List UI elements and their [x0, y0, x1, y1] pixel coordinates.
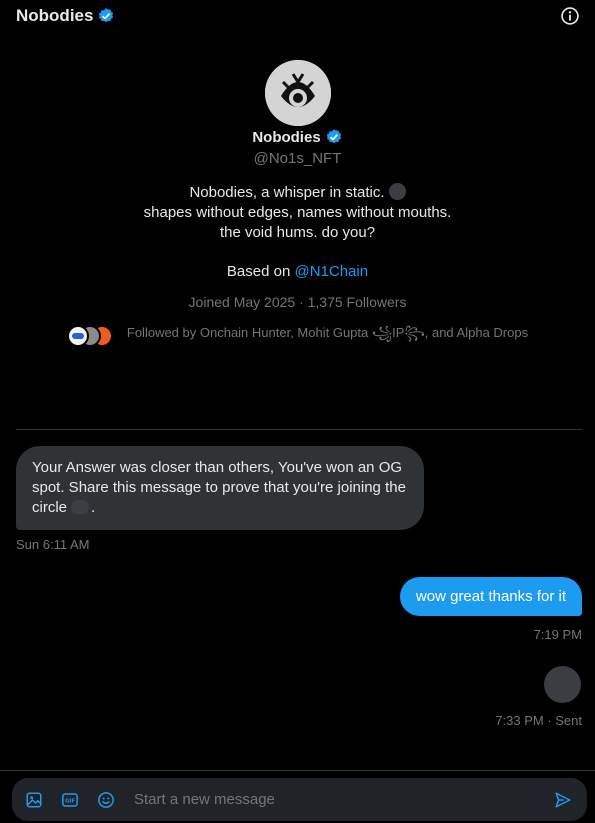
profile-name-row: Nobodies	[0, 128, 595, 146]
message-input[interactable]	[134, 791, 543, 808]
profile-bio: Nobodies, a whisper in static. shapes wi…	[0, 183, 595, 243]
followed-by-row[interactable]: Followed by Onchain Hunter, Mohit Gupta …	[0, 322, 595, 349]
image-icon[interactable]	[16, 782, 52, 818]
followed-by-text: Followed by Onchain Hunter, Mohit Gupta …	[126, 325, 529, 340]
message-composer: GIF	[12, 778, 587, 821]
incoming-message-bubble[interactable]: Your Answer was closer than others, You'…	[16, 446, 424, 530]
profile-name[interactable]: Nobodies	[252, 129, 320, 146]
follower-avatars	[66, 324, 113, 347]
joined-followers[interactable]: Joined May 2025 · 1,375 Followers	[0, 294, 595, 310]
incoming-timestamp: Sun 6:11 AM	[16, 537, 90, 552]
incoming-message-suffix: .	[91, 499, 96, 516]
outgoing-message-text: wow great thanks for it	[415, 588, 566, 605]
outgoing-emoji-message[interactable]	[544, 666, 581, 703]
based-on-line: Based on @N1Chain	[0, 263, 595, 280]
circle-emoji-icon	[71, 500, 90, 514]
avatar[interactable]	[264, 60, 331, 126]
outgoing-timestamp: 7:19 PM	[533, 627, 582, 642]
info-icon[interactable]	[560, 6, 580, 26]
send-icon[interactable]	[543, 780, 583, 820]
dark-circle-emoji-icon	[388, 183, 406, 200]
header-name: Nobodies	[16, 6, 94, 25]
bio-line-2: shapes without edges, names without mout…	[143, 204, 452, 221]
avatar-logo-icon	[264, 60, 331, 126]
based-on-link[interactable]: @N1Chain	[294, 263, 368, 280]
conversation-header: Nobodies	[0, 0, 595, 34]
divider	[16, 429, 582, 430]
outgoing-message-bubble[interactable]: wow great thanks for it	[399, 577, 582, 616]
follower-avatar-1	[66, 324, 89, 347]
verified-badge-icon	[326, 129, 341, 144]
sent-status: 7:33 PM · Sent	[495, 713, 582, 728]
composer-divider	[0, 770, 595, 771]
emoji-icon[interactable]	[88, 782, 124, 818]
header-title[interactable]: Nobodies	[16, 6, 115, 26]
bio-line-3: the void hums. do you?	[219, 224, 376, 241]
gif-icon[interactable]: GIF	[52, 782, 88, 818]
profile-handle: @No1s_NFT	[253, 150, 342, 167]
bio-line-1: Nobodies, a whisper in static.	[189, 184, 385, 201]
profile-card: Nobodies @No1s_NFT Nobodies, a whisper i…	[0, 60, 595, 349]
svg-text:GIF: GIF	[65, 798, 75, 804]
verified-badge-icon	[99, 8, 114, 23]
based-on-prefix: Based on	[226, 263, 295, 280]
